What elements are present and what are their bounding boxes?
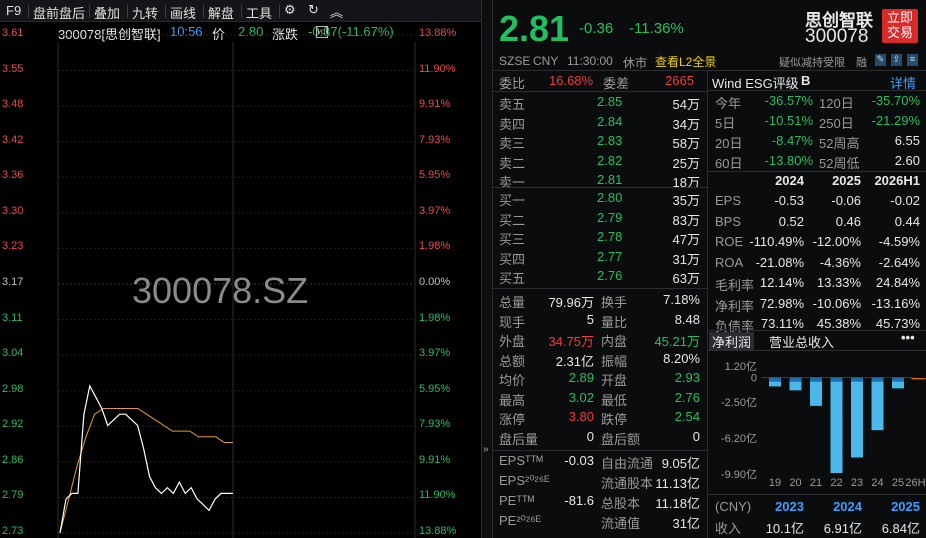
intraday-chart[interactable] bbox=[0, 0, 481, 538]
bar-x-tick: 22 bbox=[830, 477, 842, 489]
bar-x-tick: 26H1 bbox=[905, 477, 926, 489]
bar-y-tick: 0 bbox=[751, 373, 757, 385]
bar-x-tick: 25 bbox=[892, 477, 904, 489]
bar-y-tick: 1.20亿 bbox=[725, 360, 757, 373]
chart-panel: F9 盘前盘后 叠加 九转 画线 解盘 工具 ⚙ ↻ ︽ 300078[思创智联… bbox=[0, 0, 481, 538]
profit-bar-cap bbox=[789, 377, 802, 382]
profit-bar bbox=[871, 377, 884, 431]
profit-bar-cap bbox=[892, 377, 904, 382]
watermark: 300078.SZ bbox=[132, 270, 309, 311]
bar-y-tick: -9.90亿 bbox=[721, 468, 757, 481]
bar-x-tick: 23 bbox=[851, 477, 863, 489]
bar-x-tick: 24 bbox=[871, 477, 883, 489]
profit-bar-cap bbox=[871, 377, 884, 382]
profit-bar-cap bbox=[810, 377, 822, 382]
bar-x-tick: 20 bbox=[789, 477, 801, 489]
price-line bbox=[59, 384, 233, 534]
profit-bar-cap bbox=[851, 377, 863, 382]
profit-bar-cap bbox=[830, 377, 843, 382]
bar-y-tick: -6.20亿 bbox=[721, 432, 757, 445]
net-profit-chart: 1.20亿0 -2.50亿 -6.20亿 -9.90亿 19 20 21 22 23 24 25 26… bbox=[721, 360, 926, 489]
profit-bar bbox=[810, 377, 822, 406]
profit-bar bbox=[830, 377, 843, 474]
quote-panel: 2.81 -0.36 -11.36% 思创智联 300078 立即 交易 SZS… bbox=[493, 0, 926, 538]
bar-x-tick: 19 bbox=[769, 477, 781, 489]
chevron-right-icon[interactable]: » bbox=[483, 444, 489, 455]
panel-divider[interactable]: » bbox=[481, 0, 493, 538]
profit-bar bbox=[851, 377, 863, 458]
bar-y-tick: -2.50亿 bbox=[721, 396, 757, 409]
avg-price-line bbox=[59, 408, 233, 534]
bar-x-tick: 21 bbox=[810, 477, 822, 489]
profit-bar-cap bbox=[769, 377, 781, 382]
